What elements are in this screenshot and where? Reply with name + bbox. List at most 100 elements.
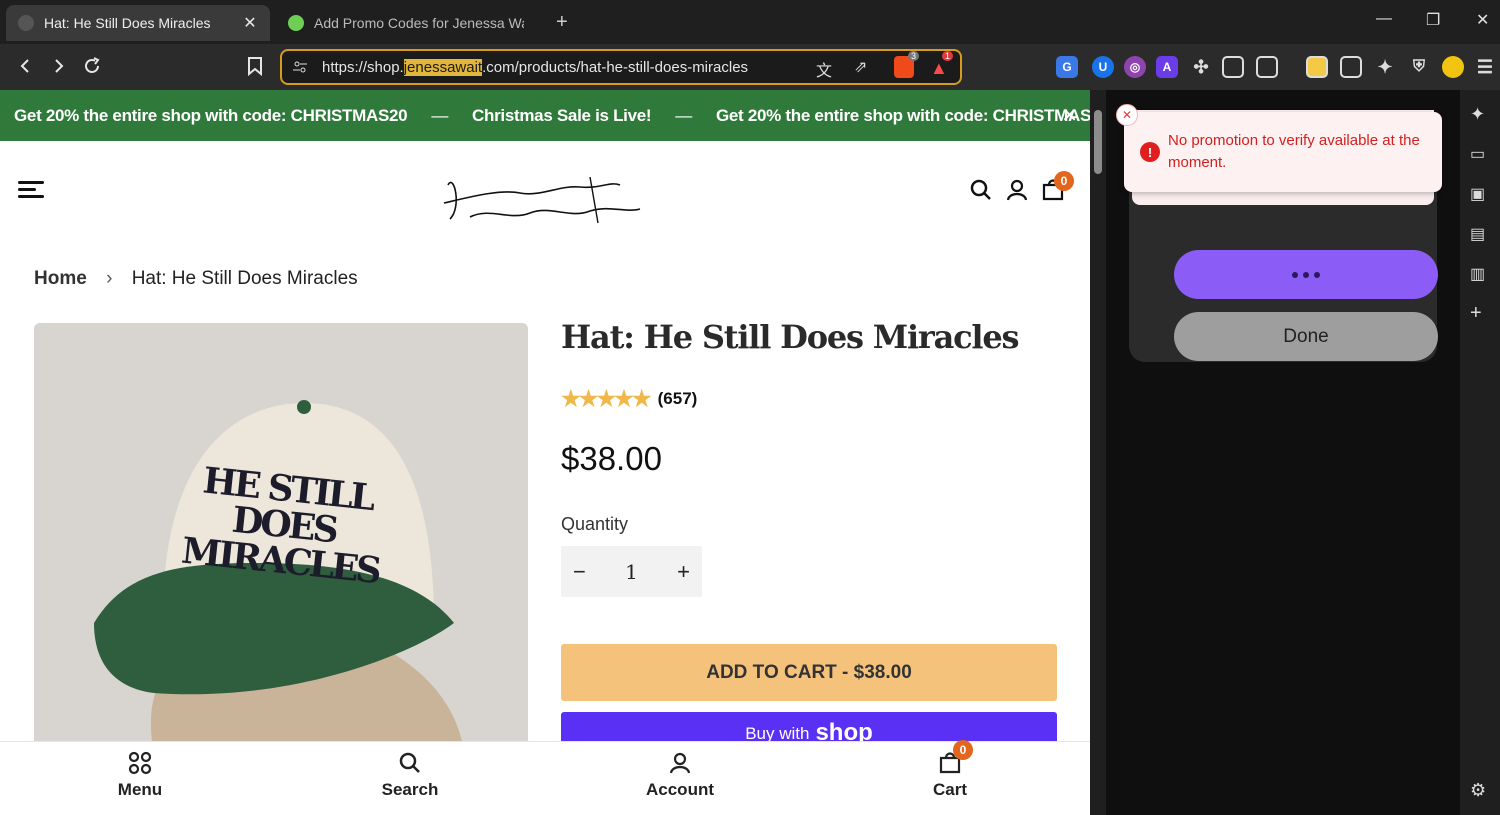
scrollbar-thumb[interactable] (1094, 110, 1102, 174)
close-window-icon[interactable]: ✕ (1476, 10, 1489, 30)
product-image[interactable]: HE STILL DOES MIRACLES (34, 323, 528, 753)
error-icon: ! (1140, 142, 1160, 162)
reading-list-icon[interactable]: ▥ (1470, 264, 1490, 284)
browser-toolbar: https://shop. jenessawait .com/products/ha… (0, 44, 1500, 90)
announcement-bar: Get 20% the entire shop with code: CHRIS… (0, 90, 1090, 141)
url-prefix: https://shop. (322, 58, 404, 76)
url-suffix: .com/products/hat-he-still-does-miracles (482, 58, 749, 76)
mobile-bottom-nav: Menu Search Account Cart 0 (0, 740, 1090, 815)
address-bar[interactable]: https://shop. jenessawait .com/products/ha… (280, 49, 962, 85)
tab-inactive[interactable]: Add Promo Codes for Jenessa Wait – (276, 5, 536, 41)
panel-active-icon[interactable] (1306, 56, 1328, 78)
quantity-stepper: − 1 + (561, 546, 702, 597)
bottom-cart-count-badge: 0 (953, 740, 973, 760)
promo-separator: — (431, 105, 449, 125)
toast-message: No promotion to verify available at the … (1168, 132, 1420, 171)
done-button[interactable]: Done (1174, 312, 1438, 361)
extension-a-icon[interactable]: A (1156, 56, 1178, 78)
tab-title: Hat: He Still Does Miracles (44, 15, 211, 31)
screen: Hat: He Still Does Miracles ✕ Add Promo … (0, 0, 1500, 815)
leo-ai-icon[interactable]: ✦ (1470, 104, 1490, 124)
hat-text: HE STILL DOES MIRACLES (179, 459, 389, 592)
google-translate-icon[interactable]: G (1056, 56, 1078, 78)
dismiss-toast-icon[interactable]: ✕ (1116, 104, 1138, 126)
bottom-nav-account[interactable]: Account (620, 750, 740, 800)
bookmark-icon[interactable] (243, 54, 267, 78)
quantity-value[interactable]: 1 (625, 560, 638, 584)
rewards-icon[interactable]: ▲ (930, 58, 948, 79)
product-rating[interactable]: ★★★★★ (657) (561, 386, 697, 412)
vpn-shield-icon[interactable]: ⛨ (1408, 56, 1430, 78)
brave-badge: 3 (908, 51, 920, 61)
site-header: 0 (0, 141, 1090, 241)
error-toast: ✕ ! No promotion to verify available at … (1116, 104, 1442, 192)
wallet-icon[interactable] (1340, 56, 1362, 78)
page-scrollbar[interactable] (1090, 90, 1106, 815)
breadcrumb-current: Hat: He Still Does Miracles (131, 268, 358, 289)
review-count: (657) (657, 389, 698, 408)
quantity-label: Quantity (561, 514, 629, 534)
extension-us-icon[interactable]: U (1092, 56, 1114, 78)
rating-stars-icon: ★★★★★ (561, 386, 652, 411)
extension-favicon-icon (288, 15, 304, 31)
bookmarks-icon[interactable]: ▤ (1470, 224, 1490, 244)
account-icon[interactable] (1004, 177, 1030, 203)
settings-gear-icon[interactable]: ⚙ (1470, 780, 1490, 800)
wallet-icon[interactable]: ▣ (1470, 184, 1490, 204)
jenessa-wait-logo[interactable] (440, 167, 650, 227)
bottom-nav-label: Account (646, 780, 714, 799)
back-icon[interactable] (14, 54, 38, 78)
new-tab-icon[interactable]: + (556, 11, 568, 34)
site-favicon-icon (18, 15, 34, 31)
grid-menu-icon (128, 751, 152, 775)
breadcrumb-separator: › (106, 268, 113, 289)
bottom-nav-label: Menu (117, 780, 163, 799)
extension-side-panel: Done ✕ ! No promotion to verify availabl… (1106, 90, 1460, 815)
forward-icon[interactable] (46, 54, 70, 78)
shop-brand-label: shop (815, 719, 873, 746)
site-settings-icon[interactable] (292, 59, 308, 79)
promo-separator: — (675, 105, 692, 125)
url-highlight: jenessawait (403, 58, 483, 76)
product-title: Hat: He Still Does Miracles (561, 318, 1020, 356)
main-menu-icon[interactable]: ☰ (1474, 56, 1496, 78)
close-announcement-icon[interactable]: ✕ (1061, 103, 1078, 128)
reader-icon[interactable] (1256, 56, 1278, 78)
translate-icon[interactable]: 文 (816, 57, 832, 81)
sidebar-toggle-icon[interactable] (1222, 56, 1244, 78)
profile-coin-icon[interactable] (1442, 56, 1464, 78)
loading-button[interactable] (1174, 250, 1438, 299)
hamburger-menu-icon[interactable] (18, 181, 44, 199)
search-icon (399, 752, 420, 773)
share-icon[interactable]: ⇗ (854, 57, 867, 77)
add-sidebar-item-icon[interactable]: + (1470, 302, 1490, 324)
increase-quantity-button[interactable]: + (677, 559, 690, 585)
promo-message: Get 20% the entire shop with code: CHRIS… (715, 105, 1090, 125)
alert-badge: 1 (942, 51, 954, 61)
product-price: $38.00 (561, 440, 662, 477)
minimize-icon[interactable]: — (1376, 10, 1392, 28)
tab-active[interactable]: Hat: He Still Does Miracles ✕ (6, 5, 270, 41)
bottom-nav-menu[interactable]: Menu (80, 750, 200, 800)
leo-ai-icon[interactable]: ✦ (1374, 56, 1396, 78)
add-to-cart-button[interactable]: ADD TO CART - $38.00 (561, 644, 1057, 701)
search-icon[interactable] (968, 177, 994, 203)
promo-message: Christmas Sale is Live! (472, 105, 652, 125)
bottom-nav-cart[interactable]: Cart (890, 750, 1010, 800)
decrease-quantity-button[interactable]: − (573, 559, 586, 585)
browser-sidebar: ✦ ▭ ▣ ▤ ▥ + ⚙ (1460, 90, 1500, 815)
promo-message: Get 20% the entire shop with code: CHRIS… (14, 105, 408, 125)
breadcrumb-home-link[interactable]: Home (34, 268, 87, 289)
reload-icon[interactable] (80, 54, 104, 78)
close-tab-icon[interactable]: ✕ (242, 13, 258, 33)
account-icon (669, 752, 691, 774)
extensions-puzzle-icon[interactable]: ✣ (1190, 56, 1212, 78)
tab-title: Add Promo Codes for Jenessa Wait – (314, 15, 524, 31)
browser-tab-bar: Hat: He Still Does Miracles ✕ Add Promo … (0, 0, 1500, 44)
restore-icon[interactable]: ❐ (1426, 10, 1440, 30)
media-icon[interactable]: ▭ (1470, 144, 1490, 164)
bottom-nav-label: Search (381, 780, 439, 799)
breadcrumb: Home › Hat: He Still Does Miracles (34, 268, 358, 290)
bottom-nav-search[interactable]: Search (350, 750, 470, 800)
extension-purple-icon[interactable]: ◎ (1124, 56, 1146, 78)
